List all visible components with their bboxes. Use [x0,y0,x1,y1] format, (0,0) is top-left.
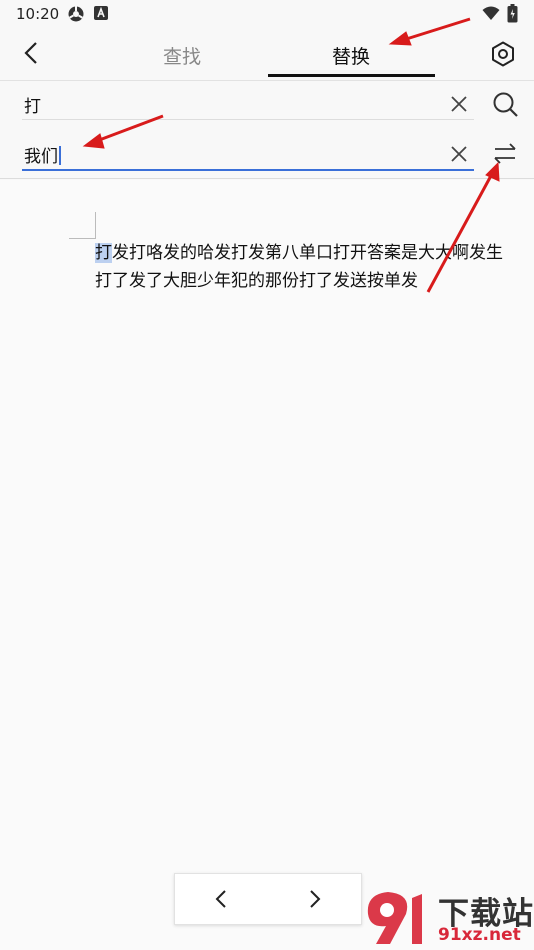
keyboard-a-icon [94,6,108,20]
status-time: 10:20 [16,5,60,23]
wifi-icon [482,6,500,20]
previous-result-icon[interactable] [207,884,237,914]
clear-find-icon[interactable] [448,93,470,115]
header: 查找 替换 [0,28,534,81]
search-match-highlight: 打 [95,243,112,263]
find-input[interactable]: 打 [22,89,474,120]
document-line-1: 打发打咯发的哈发打发第八单口打开答案是大大啊发生 [95,239,534,267]
replace-input-value: 我们 [24,142,61,167]
tab-find[interactable]: 查找 [163,42,201,69]
clear-replace-icon[interactable] [448,143,470,165]
text-cursor [59,146,61,165]
watermark-url: 91xz.net [438,925,521,945]
battery-icon [507,4,518,23]
document-text[interactable]: 打发打咯发的哈发打发第八单口打开答案是大大啊发生 打了发了大胆少年犯的那份打了发… [95,239,534,295]
replace-input[interactable]: 我们 [22,139,474,171]
line-1-rest: 发打咯发的哈发打发第八单口打开答案是大大啊发生 [112,243,503,263]
document-canvas[interactable] [0,180,534,950]
replace-swap-icon[interactable] [490,139,520,169]
tab-replace[interactable]: 替换 [332,42,370,69]
toolbar-divider [0,178,534,179]
page-corner-mark [69,212,96,239]
document-line-2: 打了发了大胆少年犯的那份打了发送按单发 [95,271,418,291]
status-bar: 10:20 [0,0,534,28]
tab-active-indicator [268,74,435,77]
replace-text: 我们 [24,147,58,167]
result-navigation [174,873,362,925]
next-result-icon[interactable] [299,884,329,914]
sync-icon [68,6,84,22]
back-arrow-icon[interactable] [18,38,48,68]
find-input-value: 打 [24,97,41,117]
settings-icon[interactable] [489,40,517,68]
search-icon[interactable] [490,89,520,119]
